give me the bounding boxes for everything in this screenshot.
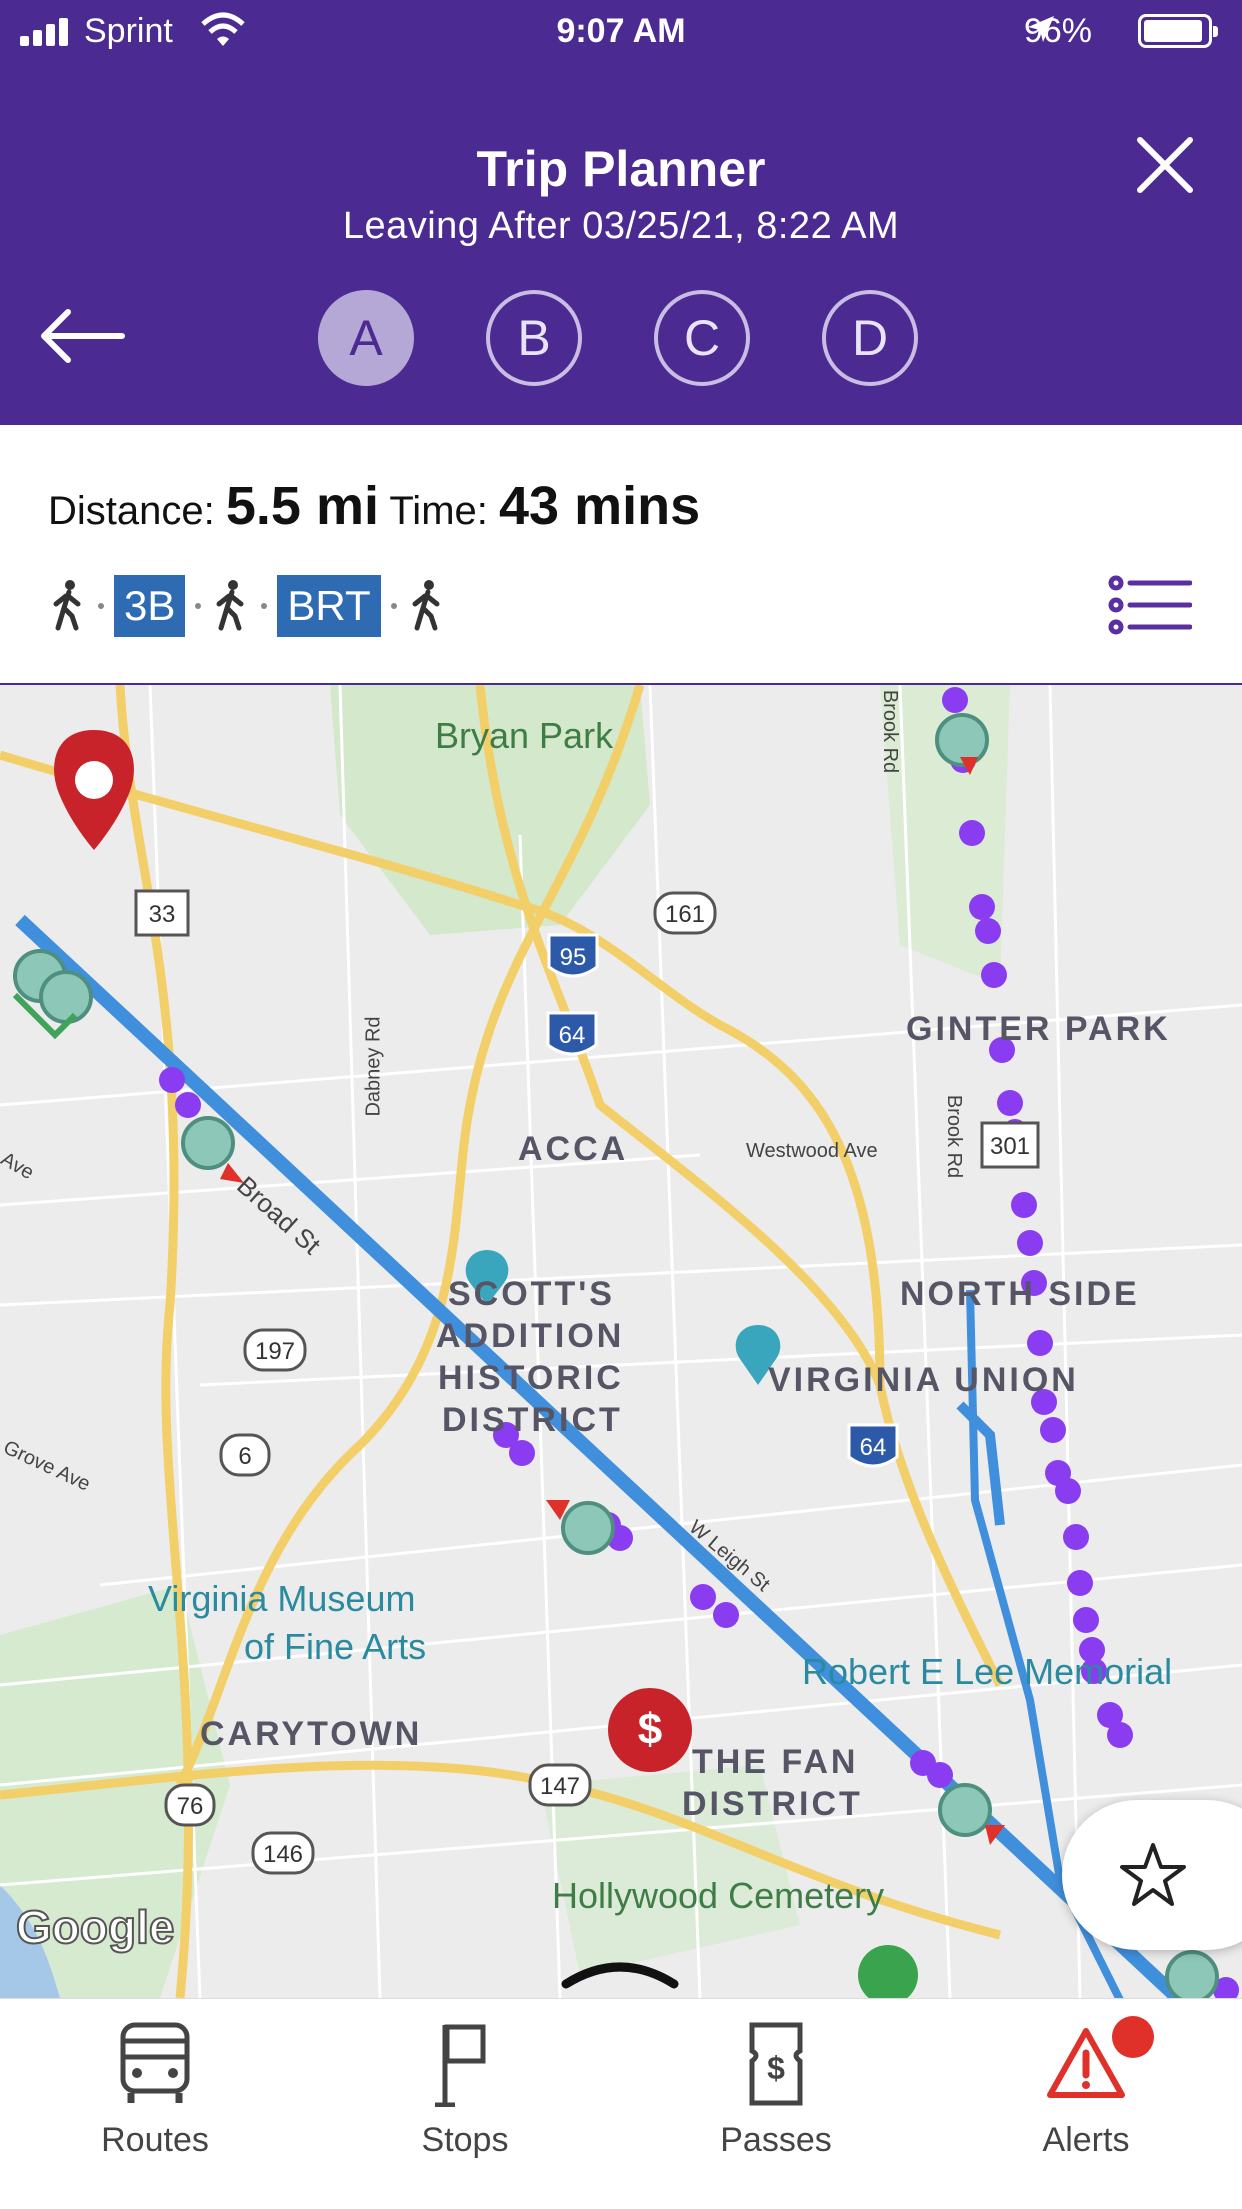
tab-stops[interactable]: Stops	[365, 2021, 565, 2160]
label-robert-e-lee: Robert E Lee Memorial	[802, 1651, 1173, 1692]
label-acca: ACCA	[518, 1130, 629, 1168]
tab-passes-label: Passes	[720, 2121, 832, 2159]
label-westwood: Westwood Ave	[746, 1140, 878, 1162]
distance-value: 5.5 mi	[225, 476, 379, 536]
option-c-button[interactable]: C	[654, 290, 750, 386]
label-virginia-union: VIRGINIA UNION	[768, 1361, 1079, 1399]
svg-text:146: 146	[263, 1841, 303, 1868]
label-dabney: Dabney Rd	[362, 1016, 385, 1117]
favorite-button[interactable]	[1062, 1800, 1242, 1950]
status-bar: Sprint 9:07 AM 96%	[0, 0, 1242, 64]
label-fan-1: THE FAN	[692, 1743, 859, 1781]
label-hollywood: Hollywood Cemetery	[552, 1875, 885, 1916]
departure-time: Leaving After 03/25/21, 8:22 AM	[342, 205, 900, 247]
distance-label: Distance:	[48, 489, 215, 533]
trip-legs: 3B BRT	[48, 575, 447, 637]
svg-text:197: 197	[255, 1338, 295, 1365]
close-button[interactable]	[1130, 130, 1200, 200]
tab-alerts[interactable]: Alerts	[986, 2021, 1186, 2160]
page-title: Trip Planner	[476, 141, 766, 197]
walk-icon	[53, 580, 81, 631]
label-brook-rd-1: Brook Rd	[879, 689, 902, 774]
label-carytown: CARYTOWN	[200, 1715, 423, 1753]
svg-text:64: 64	[559, 1022, 586, 1049]
route-map[interactable]: $ 33 161 95 64 301 197 6 64 76 147 146 B…	[0, 685, 1242, 1998]
svg-text:6: 6	[238, 1443, 251, 1470]
tab-stops-label: Stops	[421, 2121, 509, 2159]
option-a-button[interactable]: A	[318, 290, 414, 386]
label-north-side: NORTH SIDE	[900, 1275, 1140, 1313]
tab-routes-label: Routes	[101, 2121, 209, 2159]
svg-text:64: 64	[860, 1434, 887, 1461]
walk-icon	[412, 580, 440, 631]
time-value: 43 mins	[499, 476, 701, 536]
option-d-button[interactable]: D	[822, 290, 918, 386]
svg-text:$: $	[638, 1705, 662, 1754]
shield-us33: 33	[149, 901, 176, 928]
alert-notification-badge	[1112, 2016, 1154, 2058]
time-label: Time:	[389, 489, 488, 533]
walk-icon	[216, 580, 244, 631]
tab-bar: Routes Stops $ Passes Alerts	[0, 1998, 1242, 2209]
star-icon	[1120, 1843, 1186, 1906]
bus-icon	[120, 2022, 190, 2103]
route-badge-3b: 3B	[114, 575, 186, 637]
leg-separator	[98, 603, 104, 609]
leg-separator	[195, 603, 202, 609]
battery-percent: 96%	[1023, 12, 1092, 50]
option-b-button[interactable]: B	[486, 290, 582, 386]
back-button[interactable]	[38, 306, 128, 366]
svg-text:76: 76	[177, 1793, 204, 1820]
distance-time-row: Distance: 5.5 mi Time: 43 mins	[48, 475, 700, 537]
svg-text:95: 95	[560, 944, 587, 971]
tab-passes[interactable]: $ Passes	[676, 2021, 876, 2160]
svg-text:$: $	[767, 2050, 785, 2086]
leg-separator	[390, 603, 397, 609]
google-logo: Google	[15, 1900, 175, 1954]
leg-separator	[261, 603, 268, 609]
chevron-up-icon[interactable]	[560, 1950, 680, 1990]
trip-planner-header: Sprint 9:07 AM 96% Trip Planner Leaving …	[0, 0, 1242, 425]
tab-alerts-label: Alerts	[1042, 2121, 1130, 2159]
label-scotts-2: ADDITION	[436, 1317, 625, 1355]
label-bryan-park: Bryan Park	[435, 715, 614, 756]
label-scotts-3: HISTORIC	[438, 1359, 624, 1397]
svg-text:147: 147	[540, 1773, 580, 1800]
label-scotts-4: DISTRICT	[442, 1401, 623, 1439]
itinerary-list-icon[interactable]	[1108, 575, 1192, 635]
bus-stop-sign-icon	[435, 2024, 486, 2107]
label-ginter-park: GINTER PARK	[906, 1010, 1171, 1048]
route-badge-brt: BRT	[277, 575, 381, 637]
label-vmfa-2: of Fine Arts	[244, 1626, 427, 1667]
label-vmfa-1: Virginia Museum	[148, 1578, 416, 1619]
battery-icon	[1138, 14, 1218, 48]
svg-text:161: 161	[665, 901, 705, 928]
svg-text:301: 301	[990, 1133, 1030, 1160]
tab-routes[interactable]: Routes	[55, 2021, 255, 2160]
label-scotts-1: SCOTT'S	[448, 1275, 615, 1313]
label-fan-2: DISTRICT	[682, 1785, 863, 1823]
ticket-icon: $	[749, 2022, 803, 2106]
label-brook-rd-2: Brook Rd	[943, 1094, 966, 1179]
trip-summary: Distance: 5.5 mi Time: 43 mins 3B BRT	[0, 425, 1242, 686]
